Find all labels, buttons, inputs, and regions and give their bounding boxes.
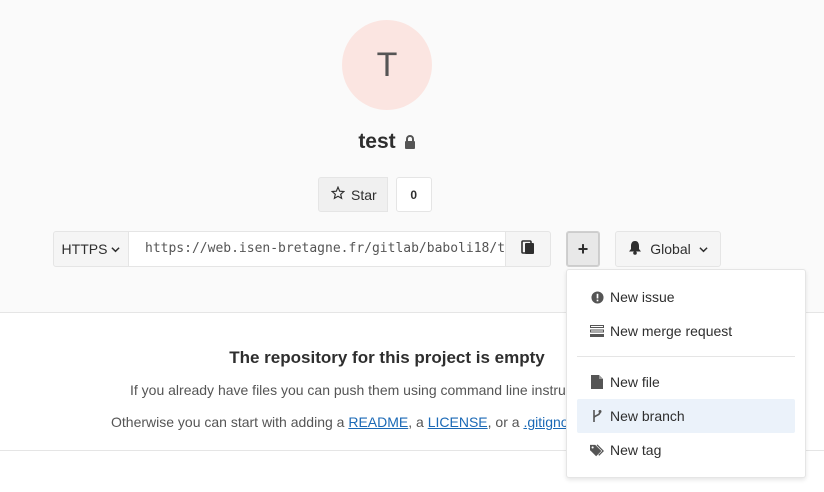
- menu-item-new-file[interactable]: New file: [577, 365, 795, 399]
- copy-url-button[interactable]: [505, 231, 551, 267]
- new-dropdown-menu: New issue New merge request New file New…: [566, 269, 806, 478]
- star-button[interactable]: Star: [318, 177, 388, 212]
- chevron-down-icon: [699, 241, 708, 257]
- license-link[interactable]: LICENSE: [428, 414, 488, 430]
- empty-line2-prefix: Otherwise you can start with adding a: [111, 414, 349, 430]
- star-icon: [330, 185, 346, 203]
- bell-icon: [628, 240, 642, 258]
- project-title: test: [358, 130, 396, 153]
- new-dropdown-button[interactable]: +: [566, 231, 600, 267]
- menu-item-new-merge-request[interactable]: New merge request: [577, 314, 795, 348]
- avatar-letter: T: [376, 45, 398, 84]
- menu-item-new-tag[interactable]: New tag: [577, 433, 795, 467]
- star-count[interactable]: 0: [395, 177, 432, 212]
- clone-group: HTTPS https://web.isen-bretagne.fr/gitla…: [53, 231, 551, 267]
- menu-item-label: New merge request: [610, 323, 733, 339]
- menu-divider: [577, 356, 795, 357]
- menu-item-label: New file: [610, 374, 660, 390]
- file-icon: [590, 375, 604, 389]
- clipboard-icon: [521, 239, 535, 260]
- menu-item-label: New tag: [610, 442, 662, 458]
- star-label: Star: [351, 186, 377, 203]
- menu-item-new-issue[interactable]: New issue: [577, 280, 795, 314]
- lock-icon: [404, 135, 416, 149]
- protocol-dropdown[interactable]: HTTPS: [53, 231, 129, 267]
- exclamation-circle-icon: [590, 290, 604, 304]
- menu-item-new-branch[interactable]: New branch: [577, 399, 795, 433]
- plus-icon: +: [577, 238, 589, 259]
- branch-icon: [590, 409, 604, 423]
- tags-icon: [590, 443, 604, 457]
- empty-sep2: , or a: [487, 414, 524, 430]
- menu-item-label: New branch: [610, 408, 685, 424]
- readme-link[interactable]: README: [348, 414, 408, 430]
- chevron-down-icon: [111, 241, 121, 257]
- project-title-row: test: [0, 130, 774, 154]
- notification-label: Global: [650, 241, 691, 257]
- merge-request-icon: [590, 324, 604, 338]
- menu-item-label: New issue: [610, 289, 675, 305]
- clone-url-input[interactable]: https://web.isen-bretagne.fr/gitlab/babo…: [129, 231, 505, 267]
- star-group: Star 0: [318, 177, 432, 212]
- notification-dropdown[interactable]: Global: [615, 231, 721, 267]
- project-avatar: T: [342, 20, 432, 110]
- protocol-label: HTTPS: [61, 241, 108, 257]
- project-header: T test Star 0 HTTPS https://web.isen-bre…: [0, 0, 824, 313]
- empty-sep1: , a: [408, 414, 428, 430]
